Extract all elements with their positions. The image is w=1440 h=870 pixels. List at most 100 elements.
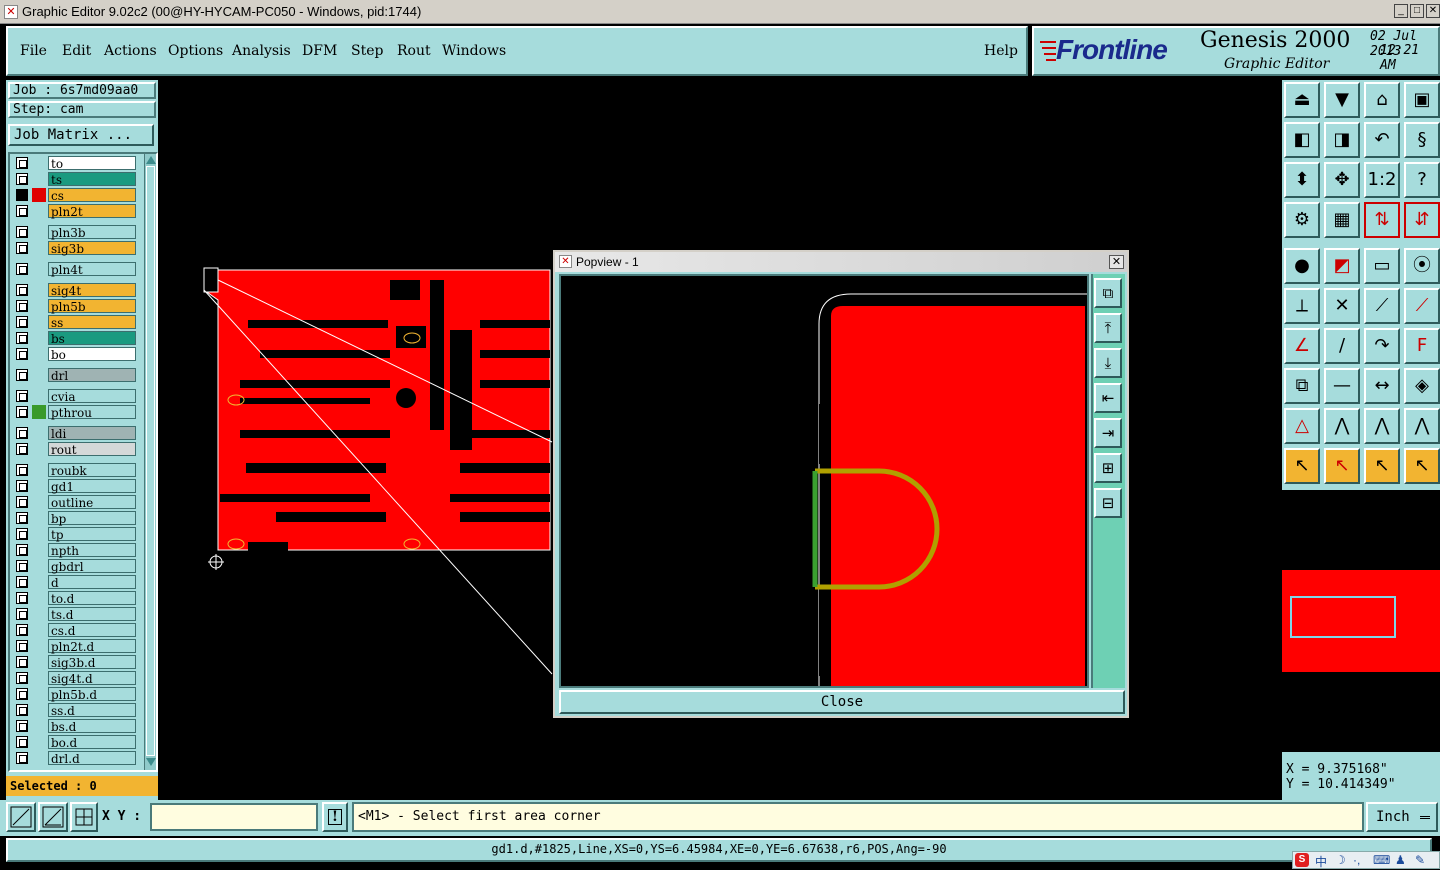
layer-checkbox[interactable] xyxy=(16,300,28,312)
menu-edit[interactable]: Edit xyxy=(62,43,91,59)
layer-name[interactable]: gd1 xyxy=(48,479,136,494)
maximize-button[interactable]: □ xyxy=(1410,4,1424,18)
layer-name[interactable]: npth xyxy=(48,543,136,558)
arc-button[interactable]: ↷ xyxy=(1364,328,1400,364)
layer-row[interactable]: drl xyxy=(16,368,136,383)
layer-checkbox[interactable] xyxy=(16,284,28,296)
home-button[interactable]: ⌂ xyxy=(1364,82,1400,118)
layer-scrollbar[interactable] xyxy=(144,154,156,770)
layer-name[interactable]: ts xyxy=(48,172,136,187)
layer-name[interactable]: drl xyxy=(48,368,136,383)
layer-checkbox[interactable] xyxy=(16,443,28,455)
layer-name[interactable]: bo xyxy=(48,347,136,362)
popview-close-button[interactable]: Close xyxy=(559,690,1125,714)
menu-options[interactable]: Options xyxy=(168,43,223,59)
select-arrow-button[interactable]: ↖ xyxy=(1284,448,1320,484)
layer-row[interactable]: pln3b xyxy=(16,225,136,240)
layer-list[interactable]: to ts cs pln2t pln3b sig3b pln4t sig4t pln5b ss bs… xyxy=(8,152,158,772)
layer-name[interactable]: drl.d xyxy=(48,751,136,766)
minus-button[interactable]: — xyxy=(1324,368,1360,404)
pad-button[interactable]: ● xyxy=(1284,248,1320,284)
layer-name[interactable]: ts.d xyxy=(48,607,136,622)
layer-checkbox[interactable] xyxy=(16,316,28,328)
keyboard-icon[interactable]: ⌨ xyxy=(1373,853,1390,867)
undo-button[interactable]: ↶ xyxy=(1364,122,1400,158)
popview-close-icon[interactable]: ✕ xyxy=(1109,255,1124,269)
menu-actions[interactable]: Actions xyxy=(104,43,157,59)
step-right-button[interactable]: ◨ xyxy=(1324,122,1360,158)
layer-name[interactable]: ss.d xyxy=(48,703,136,718)
layer-row[interactable]: ts xyxy=(16,172,136,187)
layer-checkbox[interactable] xyxy=(16,672,28,684)
save-button[interactable]: ▼ xyxy=(1324,82,1360,118)
layer-checkbox[interactable] xyxy=(16,560,28,572)
exclaim-button[interactable]: ! xyxy=(322,802,348,832)
layer-name[interactable]: to.d xyxy=(48,591,136,606)
layer-checkbox[interactable] xyxy=(16,736,28,748)
scroll-down-arrow-icon[interactable] xyxy=(146,758,156,766)
slash-button[interactable]: / xyxy=(1324,328,1360,364)
xy-input[interactable] xyxy=(150,803,318,831)
layer-toggle-button[interactable]: ⇅ xyxy=(1364,202,1400,238)
layer-checkbox[interactable] xyxy=(16,427,28,439)
pv-zoom-in-button[interactable]: ⊞ xyxy=(1094,453,1122,483)
layer-split-button[interactable]: ⇵ xyxy=(1404,202,1440,238)
dot-button[interactable]: ⦿ xyxy=(1404,248,1440,284)
cross-button[interactable]: ✕ xyxy=(1324,288,1360,324)
triangle-red-button[interactable]: △ xyxy=(1284,408,1320,444)
layer-checkbox[interactable] xyxy=(16,464,28,476)
menu-analysis[interactable]: Analysis xyxy=(232,43,291,59)
layer-checkbox[interactable] xyxy=(16,512,28,524)
snake-button[interactable]: § xyxy=(1404,122,1440,158)
menu-step[interactable]: Step xyxy=(351,43,383,59)
layer-checkbox[interactable] xyxy=(16,528,28,540)
layer-row[interactable]: outline xyxy=(16,495,136,510)
snap-tool-button[interactable] xyxy=(6,802,36,832)
layer-name[interactable]: outline xyxy=(48,495,136,510)
layer-row[interactable]: pln5b.d xyxy=(16,687,136,702)
layer-name[interactable]: pln2t xyxy=(48,204,136,219)
grid-toggle-button[interactable]: ▦ xyxy=(1324,202,1360,238)
layer-checkbox[interactable] xyxy=(16,688,28,700)
layer-row[interactable]: cs xyxy=(16,188,136,203)
layer-checkbox[interactable] xyxy=(16,480,28,492)
layer-name[interactable]: cvia xyxy=(48,389,136,404)
layer-name[interactable]: bs.d xyxy=(48,719,136,734)
menu-windows[interactable]: Windows xyxy=(442,43,506,59)
layer-row[interactable]: gd1 xyxy=(16,479,136,494)
layer-row[interactable]: sig3b xyxy=(16,241,136,256)
layer-row[interactable]: ldi xyxy=(16,426,136,441)
layer-name[interactable]: cs xyxy=(48,188,136,203)
layer-checkbox[interactable] xyxy=(16,369,28,381)
pv-zoom-out-button[interactable]: ⊟ xyxy=(1094,488,1122,518)
triangle-measure-button[interactable]: ⋀ xyxy=(1404,408,1440,444)
layer-checkbox[interactable] xyxy=(16,189,28,201)
zoom-center-button[interactable]: ✥ xyxy=(1324,162,1360,198)
popview-titlebar[interactable]: ✕ Popview - 1 ✕ xyxy=(555,252,1127,272)
layer-row[interactable]: ss xyxy=(16,315,136,330)
sogou-icon[interactable]: S xyxy=(1295,853,1309,867)
layer-row[interactable]: pln2t xyxy=(16,204,136,219)
layer-name[interactable]: cs.d xyxy=(48,623,136,638)
close-window-button[interactable]: ✕ xyxy=(1426,4,1440,18)
layer-row[interactable]: npth xyxy=(16,543,136,558)
dimension-button[interactable]: ↔ xyxy=(1364,368,1400,404)
layer-checkbox[interactable] xyxy=(16,226,28,238)
measure-settings-button[interactable]: ⚙ xyxy=(1284,202,1320,238)
layer-row[interactable]: sig3b.d xyxy=(16,655,136,670)
open-job-button[interactable]: ⏏ xyxy=(1284,82,1320,118)
layer-checkbox[interactable] xyxy=(16,242,28,254)
layer-checkbox[interactable] xyxy=(16,624,28,636)
help-button[interactable]: ? xyxy=(1404,162,1440,198)
angle-tool-button[interactable] xyxy=(38,802,68,832)
wrench-icon[interactable]: ✎ xyxy=(1415,853,1425,867)
layer-name[interactable]: d xyxy=(48,575,136,590)
layer-row[interactable]: pln5b xyxy=(16,299,136,314)
layer-name[interactable]: bp xyxy=(48,511,136,526)
layer-checkbox[interactable] xyxy=(16,576,28,588)
ratio-1-2-button[interactable]: 1:2 xyxy=(1364,162,1400,198)
pv-right-button[interactable]: ⇥ xyxy=(1094,418,1122,448)
punctuation-icon[interactable]: ·, xyxy=(1353,853,1360,867)
ruler-button[interactable]: ▭ xyxy=(1364,248,1400,284)
pv-down-button[interactable]: ⤓ xyxy=(1094,348,1122,378)
